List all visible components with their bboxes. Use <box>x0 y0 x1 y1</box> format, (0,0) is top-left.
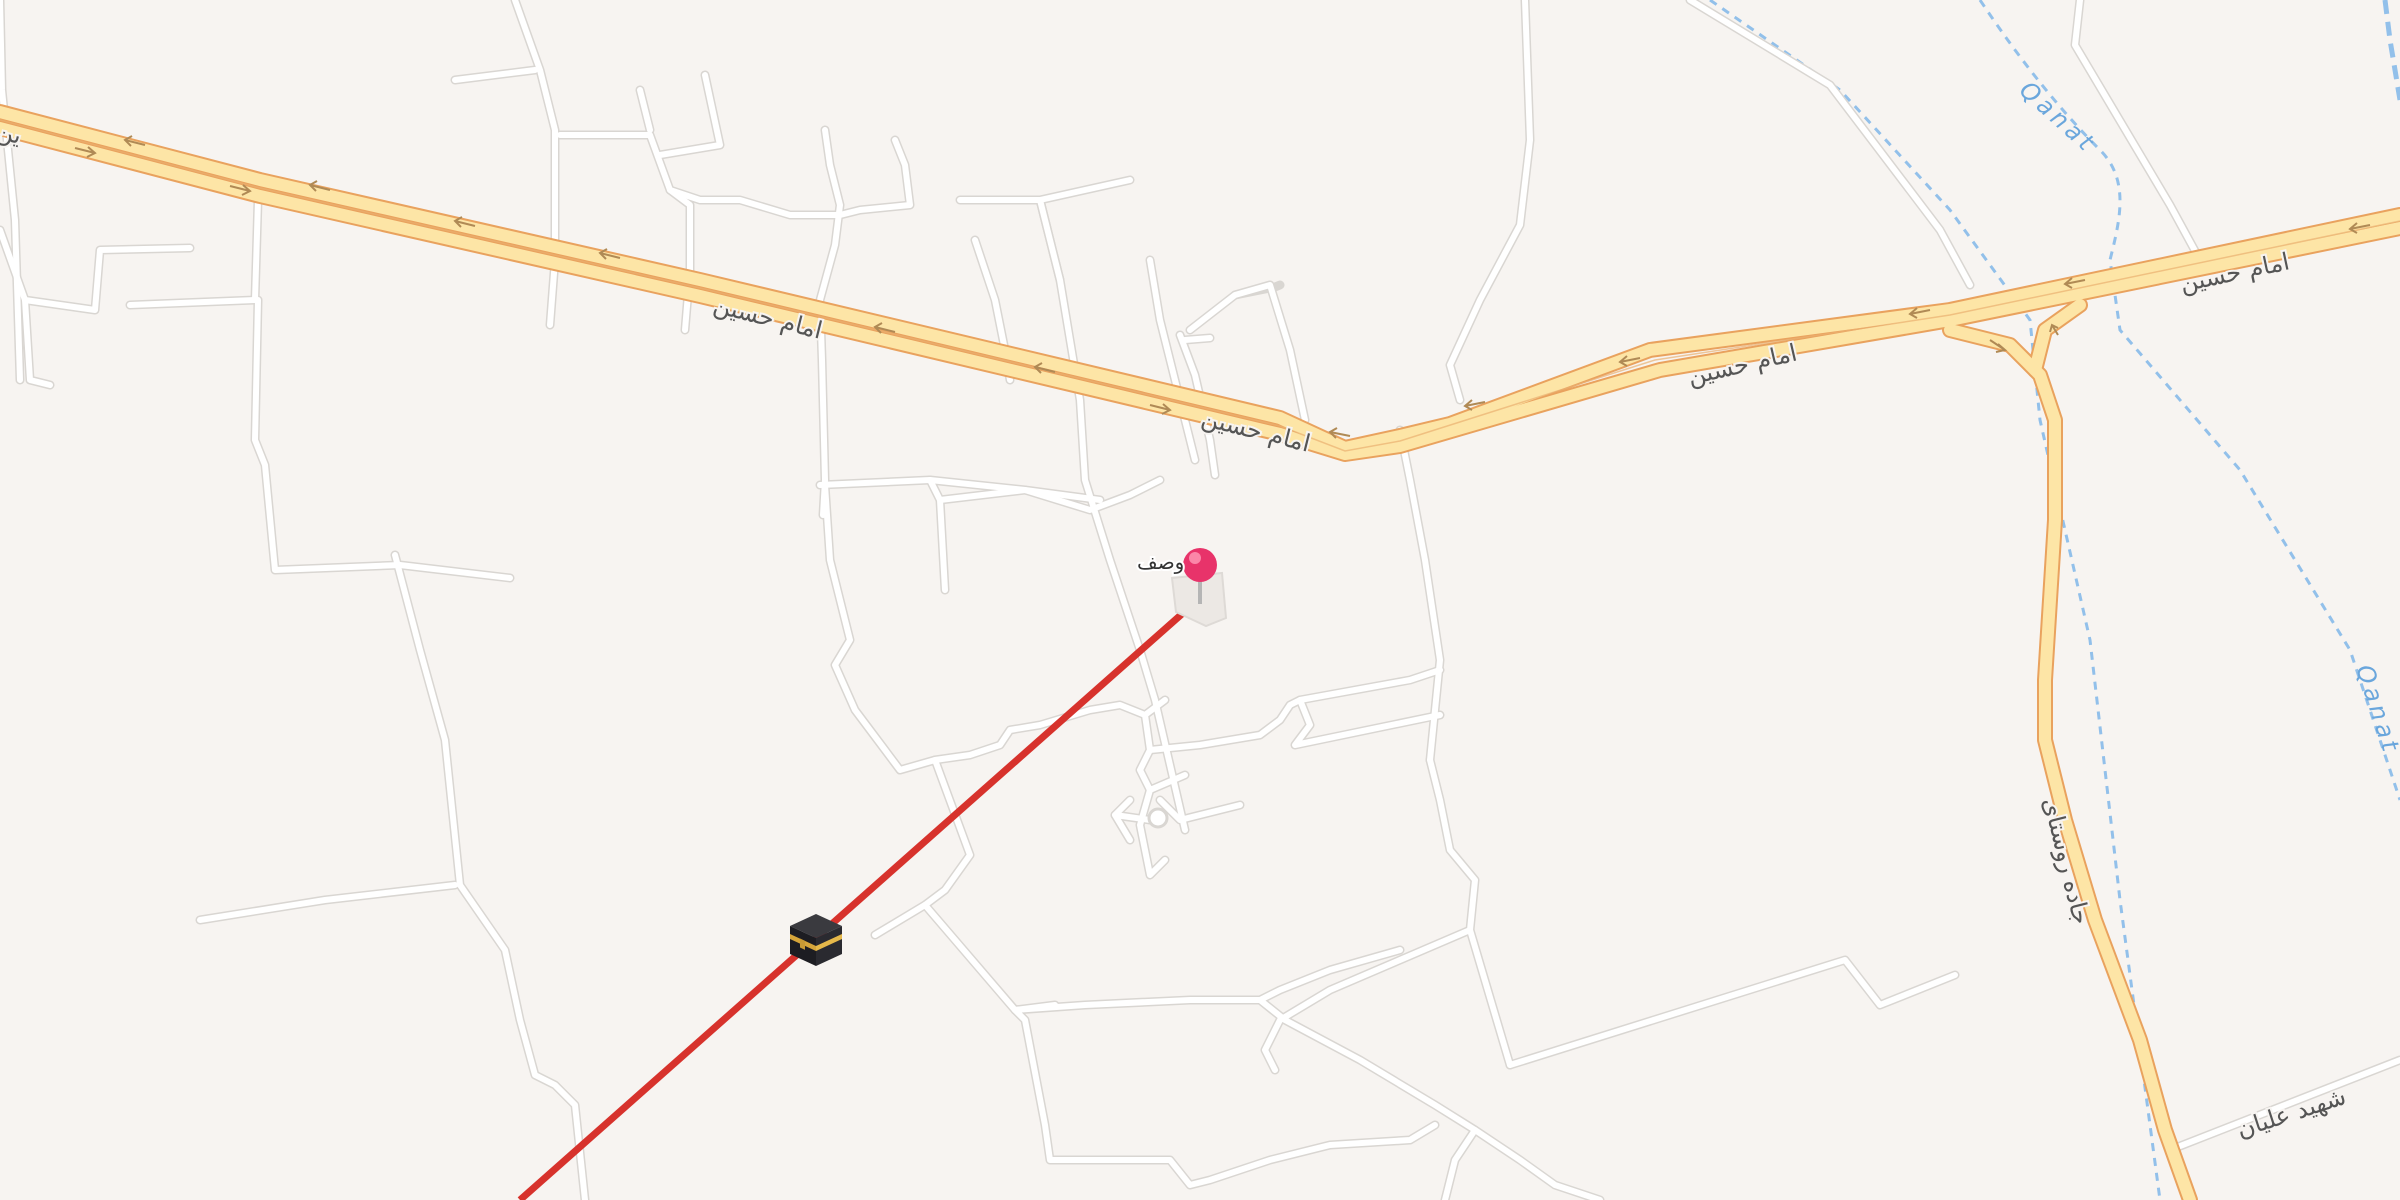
water-labels: Qanat Qanat <box>2014 76 2400 759</box>
roundabout <box>1147 807 1169 829</box>
road-label-village-road: جاده روستای <box>2037 795 2096 928</box>
road-labels: ین امام حسین امام حسین امام حسین امام حس… <box>0 115 2351 1146</box>
qanat-line-left <box>1709 0 2162 1200</box>
major-roads <box>0 104 2400 1200</box>
water-label-qanat-top: Qanat <box>2014 76 2102 159</box>
water-label-qanat-right: Qanat <box>2350 661 2400 758</box>
map-canvas[interactable]: ین امام حسین امام حسین امام حسین امام حس… <box>0 0 2400 1200</box>
qanat-line-edge <box>2382 0 2400 101</box>
road-label-left-edge: ین <box>0 117 25 150</box>
qibla-direction-line <box>517 595 1203 1200</box>
road-label-shahid-alian: شهید علیان <box>2233 1082 2349 1144</box>
place-label-pin: وصف <box>1137 550 1184 574</box>
